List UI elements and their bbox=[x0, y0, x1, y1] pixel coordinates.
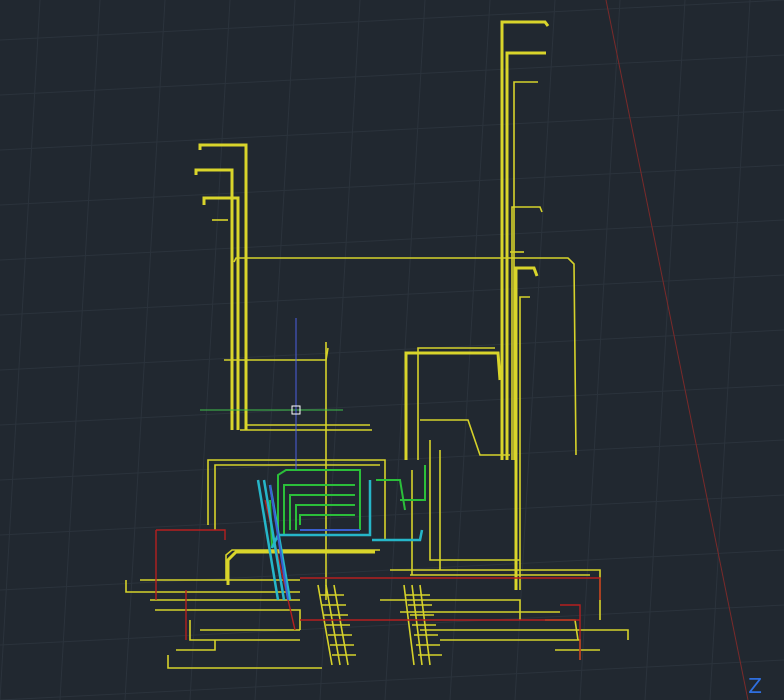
grid bbox=[0, 0, 784, 700]
x-axis-line bbox=[605, 0, 749, 700]
drawing-canvas[interactable] bbox=[0, 0, 784, 700]
cyan-pipes bbox=[256, 479, 424, 601]
ucs-z-axis-label: Z bbox=[748, 674, 762, 698]
crosshair-icon bbox=[200, 318, 343, 470]
model-space-viewport[interactable] bbox=[0, 0, 784, 700]
